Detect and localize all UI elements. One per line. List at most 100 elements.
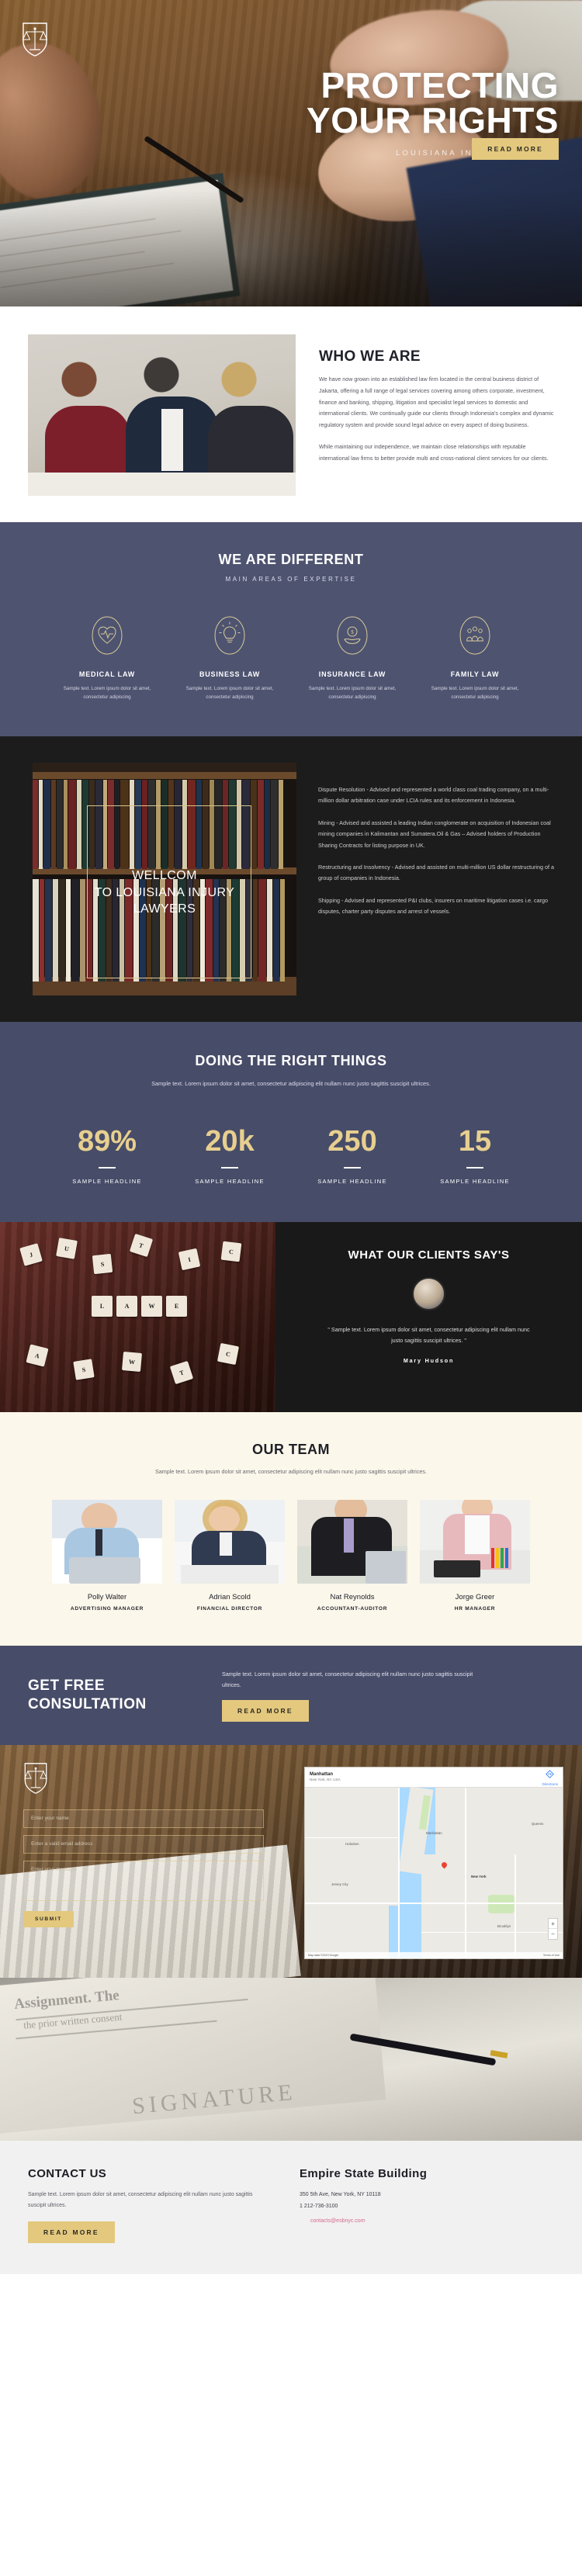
welcome-overlay-text: Wellcom To Louisiana Injury Lawyers	[33, 867, 296, 918]
hero-photo-hand-left	[0, 32, 116, 209]
letter-tile: S	[73, 1358, 95, 1380]
contact-submit-button[interactable]: Submit	[23, 1910, 74, 1927]
expertise-card-title: Insurance Law	[318, 670, 386, 678]
consultation-heading-line-1: Get Free	[28, 1678, 106, 1695]
testimonial-photo: J U S T I C L A W E A S W T C	[0, 1221, 275, 1412]
map-directions-button[interactable]: Directions	[542, 1768, 558, 1786]
expertise-card-title: Medical Law	[78, 670, 136, 678]
testimonial-content: What Our Clients Say's " Sample text. Lo…	[275, 1222, 582, 1412]
hero-gradient-overlay	[0, 190, 582, 306]
letter-tile: C	[217, 1342, 240, 1365]
team-member-list: Polly Walter Advertising Manager Adrian …	[0, 1500, 582, 1612]
expertise-card-family-law[interactable]: Family Law Sample text. Lorem ipsum dolo…	[414, 615, 536, 702]
letter-tile: I	[178, 1248, 201, 1270]
map-directions-label: Directions	[542, 1781, 558, 1786]
team-member-nat-reynolds[interactable]: Nat Reynolds Accountant-Auditor	[291, 1500, 414, 1612]
footer-read-more-button[interactable]: Read More	[28, 2221, 115, 2244]
expertise-card-insurance-law[interactable]: $ Insurance Law Sample text. Lorem ipsum…	[291, 615, 414, 702]
team-member-photo	[420, 1500, 530, 1584]
team-member-name: Jorge Greer	[455, 1593, 495, 1602]
directions-icon	[546, 1770, 555, 1778]
letter-tile: J	[19, 1242, 43, 1266]
expertise-card-title: Family Law	[450, 670, 500, 678]
map-subtitle: New York, NY, USA	[310, 1778, 341, 1782]
map-zoom-in-button[interactable]: +	[549, 1919, 557, 1929]
team-section: Our Team Sample text. Lorem ipsum dolor …	[0, 1411, 582, 1646]
statistic-divider	[221, 1166, 238, 1169]
expertise-card-text: Sample text. Lorem ipsum dolor sit amet,…	[63, 686, 151, 701]
expertise-card-text: Sample text. Lorem ipsum dolor sit amet,…	[431, 686, 519, 701]
welcome-text-column: Dispute Resolution - Advised and represe…	[296, 763, 582, 995]
statistic-item: 89% Sample Headline	[46, 1127, 168, 1185]
letter-tile: W	[121, 1351, 143, 1372]
svg-text:$: $	[351, 629, 354, 635]
welcome-paragraph-mining: Mining - Advised and assisted a leading …	[318, 819, 551, 849]
letter-tile: C	[220, 1241, 242, 1262]
team-member-adrian-scold[interactable]: Adrian Scold Financial Director	[168, 1500, 291, 1612]
statistics-subtext: Sample text. Lorem ipsum dolor sit amet,…	[151, 1079, 431, 1087]
letter-tile: A	[26, 1344, 49, 1367]
site-footer: Contact Us Sample text. Lorem ipsum dolo…	[0, 2140, 582, 2275]
team-member-role: Advertising Manager	[70, 1606, 144, 1612]
testimonial-heading: What Our Clients Say's	[348, 1248, 510, 1262]
location-map[interactable]: Manhattan New York, NY, USA Directions N…	[304, 1766, 563, 1959]
map-attribution-left: Map data ©2019 Google	[308, 1953, 339, 1957]
map-title: Manhattan	[310, 1772, 333, 1778]
statistic-value: 250	[327, 1124, 377, 1158]
expertise-card-list: Medical Law Sample text. Lorem ipsum dol…	[0, 615, 582, 702]
footer-address-column: Empire State Building 350 5th Ave, New Y…	[268, 2167, 509, 2243]
welcome-line-1: Wellcom	[132, 868, 197, 882]
statistic-divider	[466, 1166, 483, 1169]
statistic-item: 250 Sample Headline	[291, 1127, 414, 1185]
welcome-line-2: To Louisiana Injury	[94, 885, 235, 899]
map-canvas[interactable]: New York Hoboken Jersey City Brooklyn Ma…	[305, 1786, 563, 1958]
team-member-photo	[175, 1500, 285, 1584]
contact-message-textarea[interactable]	[23, 1860, 264, 1901]
team-member-photo	[52, 1500, 162, 1584]
team-member-polly-walter[interactable]: Polly Walter Advertising Manager	[46, 1500, 168, 1612]
expertise-card-medical-law[interactable]: Medical Law Sample text. Lorem ipsum dol…	[46, 615, 168, 702]
expertise-card-business-law[interactable]: Business Law Sample text. Lorem ipsum do…	[168, 615, 291, 702]
testimonial-author: Mary Hudson	[403, 1356, 455, 1364]
map-attribution-right[interactable]: Terms of Use	[543, 1954, 559, 1958]
letter-tile: T	[169, 1360, 194, 1384]
hero-read-more-button[interactable]: Read More	[472, 138, 559, 160]
areas-of-expertise-section: We Are Different Main Areas Of Expertise…	[0, 522, 582, 736]
letter-tile: U	[56, 1237, 78, 1259]
contact-name-input[interactable]	[23, 1809, 264, 1828]
expertise-heading: We Are Different	[218, 552, 364, 567]
expertise-card-title: Business Law	[199, 670, 261, 678]
map-label: Jersey City	[331, 1882, 348, 1886]
contact-form-section: Submit Manhattan New York, NY, USA Direc…	[0, 1744, 582, 1978]
testimonial-avatar	[412, 1276, 445, 1311]
expertise-card-text: Sample text. Lorem ipsum dolor sit amet,…	[308, 686, 397, 701]
statistic-divider	[99, 1166, 116, 1169]
footer-phone[interactable]: 1 212-736-3100	[300, 2201, 509, 2213]
letter-tile: L	[92, 1295, 113, 1317]
statistic-value: 89%	[77, 1124, 137, 1158]
statistic-item: 20k Sample Headline	[168, 1127, 291, 1185]
footer-address-heading: Empire State Building	[300, 2166, 428, 2180]
team-member-name: Adrian Scold	[209, 1593, 251, 1602]
letter-tile: E	[166, 1295, 187, 1317]
statistic-label: Sample Headline	[317, 1177, 387, 1185]
consultation-text: Sample text. Lorem ipsum dolor sit amet,…	[222, 1671, 473, 1688]
team-member-jorge-greer[interactable]: Jorge Greer HR Manager	[414, 1500, 536, 1612]
statistics-list: 89% Sample Headline 20k Sample Headline …	[0, 1127, 582, 1185]
contact-email-input[interactable]	[23, 1834, 264, 1854]
map-zoom-controls[interactable]: + −	[548, 1917, 558, 1940]
team-member-role: Accountant-Auditor	[317, 1606, 388, 1612]
free-consultation-section: Get Free Consultation Sample text. Lorem…	[0, 1646, 582, 1745]
footer-email-link[interactable]: contacts@esbnyc.com	[310, 2218, 365, 2224]
who-we-are-heading: Who We Are	[319, 348, 421, 365]
consultation-heading: Get Free Consultation	[28, 1677, 206, 1714]
hero-section: Protecting Your Rights Louisiana Injury …	[0, 0, 582, 306]
scales-of-justice-shield-icon	[23, 1762, 279, 1799]
scales-of-justice-shield-icon[interactable]	[22, 22, 48, 61]
expertise-card-text: Sample text. Lorem ipsum dolor sit amet,…	[185, 686, 274, 701]
map-zoom-out-button[interactable]: −	[549, 1929, 557, 1939]
consultation-read-more-button[interactable]: Read More	[222, 1699, 309, 1722]
testimonial-section: J U S T I C L A W E A S W T C What Our C…	[0, 1221, 582, 1412]
map-label: New York	[471, 1874, 487, 1878]
library-photo: Wellcom To Louisiana Injury Lawyers	[33, 762, 296, 995]
